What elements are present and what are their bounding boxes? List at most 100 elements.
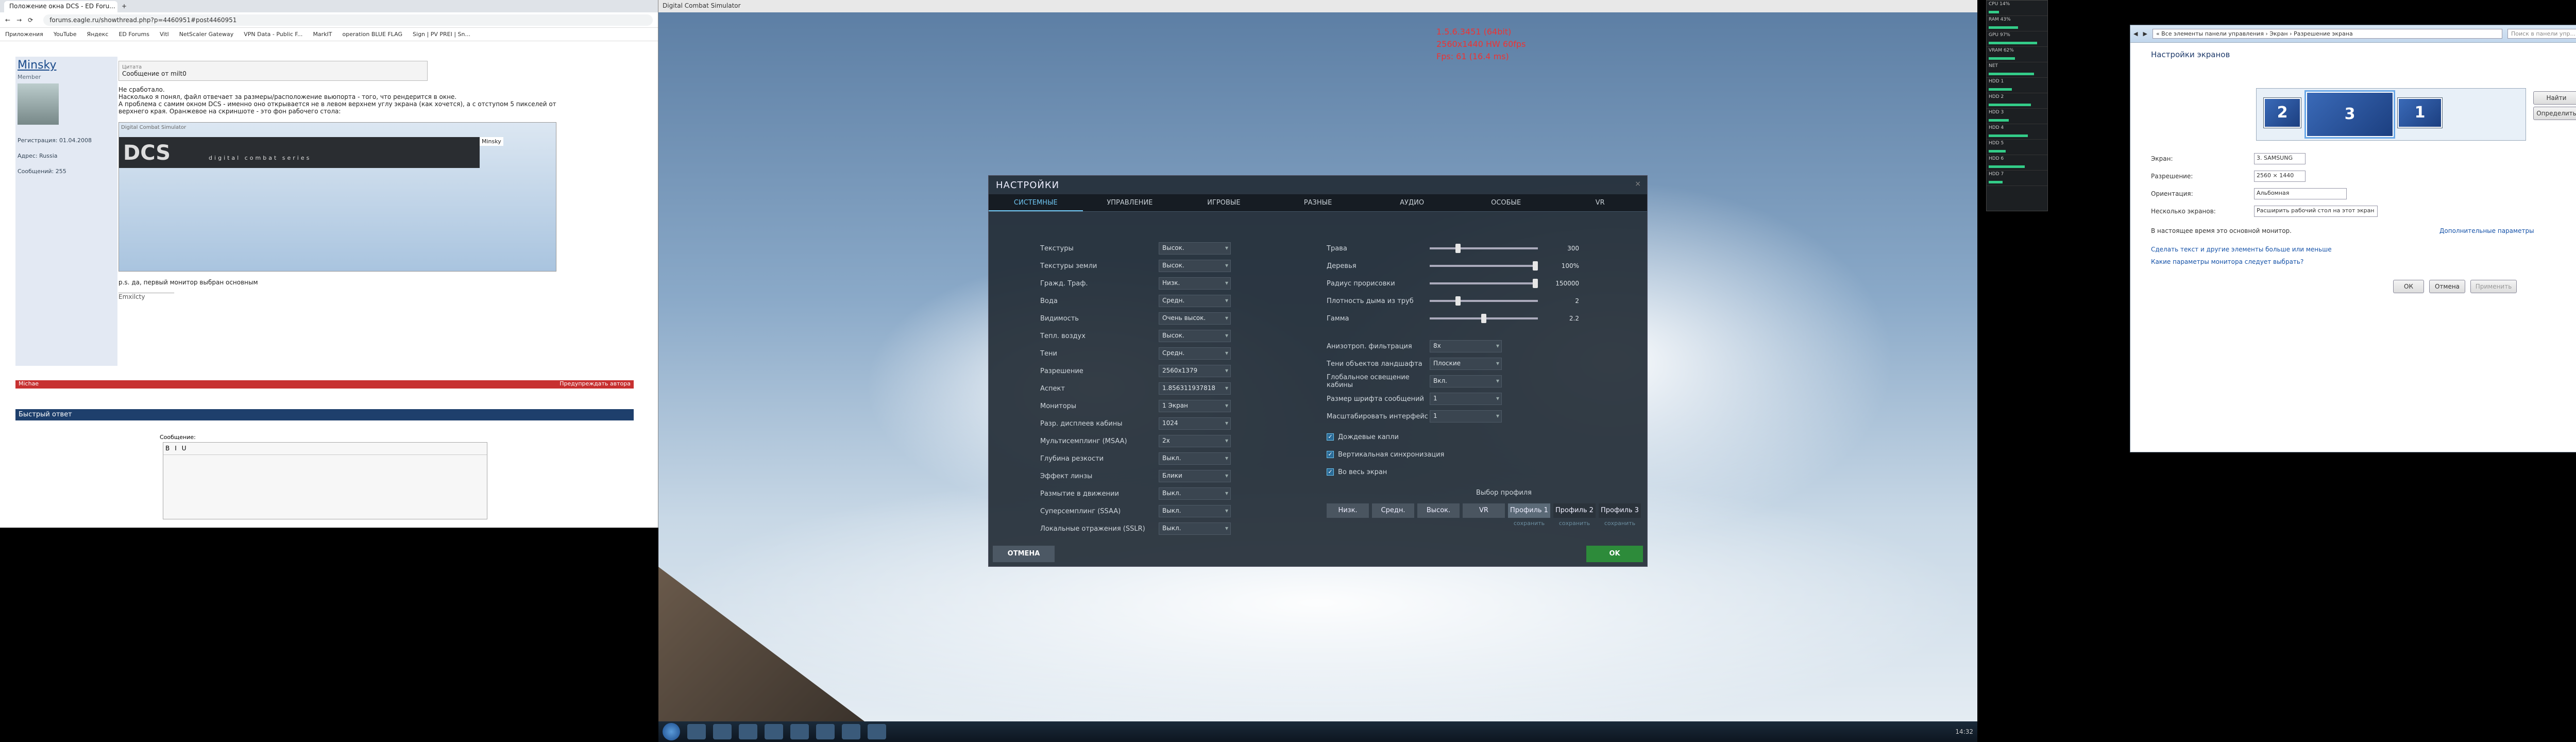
setting-select[interactable]: 8x	[1430, 340, 1502, 352]
checkbox[interactable]: ✓	[1327, 468, 1334, 476]
ok-button[interactable]: ОК	[2393, 280, 2424, 293]
setting-select[interactable]: Низк.	[1159, 277, 1231, 290]
setting-select[interactable]: Высок.	[1159, 330, 1231, 342]
post-header-name[interactable]: Michae	[19, 380, 39, 387]
taskbar-app-icon[interactable]	[687, 724, 706, 739]
taskbar-app-icon[interactable]	[842, 724, 860, 739]
preset-button[interactable]: Средн.	[1372, 503, 1414, 518]
preset-save-link[interactable]: сохранить	[1508, 520, 1550, 527]
slider-knob[interactable]	[1481, 314, 1486, 323]
multi-display-select[interactable]: Расширить рабочий стол на этот экран	[2254, 206, 2378, 217]
setting-select[interactable]: 1	[1430, 410, 1502, 423]
forward-icon[interactable]: ▶	[2143, 30, 2147, 37]
browser-tab[interactable]: Положение окна DCS - ED Foru...	[4, 1, 117, 12]
checkbox[interactable]: ✓	[1327, 433, 1334, 441]
breadcrumb[interactable]: « Все элементы панели управления › Экран…	[2152, 29, 2502, 39]
slider-track[interactable]	[1430, 296, 1538, 306]
back-icon[interactable]: ◀	[2133, 30, 2138, 37]
setting-select[interactable]: 1	[1430, 393, 1502, 405]
bookmark-item[interactable]: Vitl	[160, 31, 169, 38]
preset-button[interactable]: VR	[1463, 503, 1505, 518]
cancel-button[interactable]: Отмена	[2429, 280, 2465, 293]
monitor-help-link[interactable]: Какие параметры монитора следует выбрать…	[2151, 258, 2303, 265]
preset-button[interactable]: Профиль 2	[1553, 503, 1596, 518]
report-link[interactable]: Предупреждать автора	[560, 380, 631, 387]
slider-knob[interactable]	[1533, 261, 1538, 271]
setting-select[interactable]: Высок.	[1159, 260, 1231, 272]
bookmark-item[interactable]: Яндекс	[87, 31, 109, 38]
checkbox-row[interactable]: ✓ Вертикальная синхронизация	[1327, 446, 1444, 463]
bookmark-item[interactable]: Приложения	[5, 31, 43, 38]
slider-knob[interactable]	[1455, 244, 1461, 253]
user-nick[interactable]: Minsky	[15, 57, 117, 74]
checkbox[interactable]: ✓	[1327, 451, 1334, 458]
tab-system[interactable]: СИСТЕМНЫЕ	[989, 194, 1083, 211]
tab-vr[interactable]: VR	[1553, 194, 1647, 211]
reload-icon[interactable]: ⟳	[28, 16, 33, 24]
bookmark-item[interactable]: YouTube	[54, 31, 77, 38]
slider-track[interactable]	[1430, 244, 1538, 253]
setting-select[interactable]: Выкл.	[1159, 522, 1231, 535]
tab-special[interactable]: ОСОБЫЕ	[1459, 194, 1553, 211]
setting-select[interactable]: 1.856311937818	[1159, 382, 1231, 395]
setting-select[interactable]: Высок.	[1159, 242, 1231, 255]
bookmark-item[interactable]: ED Forums	[118, 31, 149, 38]
slider-track[interactable]	[1430, 314, 1538, 323]
forward-icon[interactable]: →	[16, 16, 22, 24]
setting-select[interactable]: Выкл.	[1159, 487, 1231, 500]
italic-icon[interactable]: I	[175, 445, 182, 452]
monitor-1[interactable]: 1	[2397, 97, 2443, 128]
setting-select[interactable]: 2560x1379	[1159, 365, 1231, 377]
taskbar-app-icon[interactable]	[713, 724, 732, 739]
taskbar-app-icon[interactable]	[739, 724, 757, 739]
setting-select[interactable]: Вкл.	[1430, 375, 1502, 387]
monitor-2[interactable]: 2	[2263, 97, 2301, 128]
setting-select[interactable]: Плоские	[1430, 358, 1502, 370]
bold-icon[interactable]: B	[165, 445, 175, 452]
slider-knob[interactable]	[1533, 279, 1538, 288]
bookmark-item[interactable]: operation BLUE FLAG	[343, 31, 403, 38]
resolution-select[interactable]: 2560 × 1440	[2254, 171, 2306, 182]
slider-track[interactable]	[1430, 279, 1538, 288]
preset-save-link[interactable]: сохранить	[1599, 520, 1641, 527]
tab-misc[interactable]: РАЗНЫЕ	[1271, 194, 1365, 211]
ok-button[interactable]: OK	[1586, 546, 1643, 562]
tab-gameplay[interactable]: ИГРОВЫЕ	[1177, 194, 1271, 211]
preset-button[interactable]: Низк.	[1327, 503, 1369, 518]
reply-editor[interactable]: BIU	[163, 442, 487, 519]
setting-select[interactable]: 1 Экран	[1159, 400, 1231, 412]
taskbar-app-icon[interactable]	[816, 724, 835, 739]
post-screenshot[interactable]: Digital Combat Simulator DCS digital com…	[118, 122, 556, 272]
setting-select[interactable]: Средн.	[1159, 295, 1231, 307]
avatar[interactable]	[18, 83, 59, 125]
setting-select[interactable]: Очень высок.	[1159, 312, 1231, 325]
text-size-link[interactable]: Сделать текст и другие элементы больше и…	[2151, 246, 2332, 253]
bookmark-item[interactable]: VPN Data - Public F...	[244, 31, 302, 38]
apply-button[interactable]: Применить	[2470, 280, 2517, 293]
tab-controls[interactable]: УПРАВЛЕНИЕ	[1083, 194, 1177, 211]
orientation-select[interactable]: Альбомная	[2254, 188, 2347, 199]
preset-button[interactable]: Профиль 1	[1508, 503, 1550, 518]
identify-button[interactable]: Определить	[2533, 107, 2576, 120]
checkbox-row[interactable]: ✓ Дождевые капли	[1327, 428, 1444, 446]
bookmark-item[interactable]: NetScaler Gateway	[179, 31, 234, 38]
search-input[interactable]: Поиск в панели упр...	[2507, 29, 2576, 39]
find-button[interactable]: Найти	[2533, 91, 2576, 105]
close-icon[interactable]: ×	[1635, 180, 1641, 188]
monitor-3[interactable]: 3	[2304, 90, 2395, 139]
slider-knob[interactable]	[1455, 296, 1461, 306]
taskbar-clock[interactable]: 14:32	[1955, 728, 1973, 735]
setting-select[interactable]: Блики	[1159, 470, 1231, 482]
taskbar-app-icon[interactable]	[790, 724, 809, 739]
bookmark-item[interactable]: Sign | PV PREI | Sn...	[413, 31, 470, 38]
setting-select[interactable]: Средн.	[1159, 347, 1231, 360]
preset-button[interactable]: Профиль 3	[1599, 503, 1641, 518]
screen-select[interactable]: 3. SAMSUNG	[2254, 153, 2306, 164]
new-tab-icon[interactable]: +	[122, 3, 127, 10]
preset-button[interactable]: Высок.	[1417, 503, 1460, 518]
start-icon[interactable]	[663, 723, 680, 740]
url-input[interactable]: forums.eagle.ru/showthread.php?p=4460951…	[43, 14, 653, 26]
taskbar-app-icon[interactable]	[868, 724, 886, 739]
taskbar-app-icon[interactable]	[765, 724, 783, 739]
cancel-button[interactable]: ОТМЕНА	[993, 546, 1055, 562]
